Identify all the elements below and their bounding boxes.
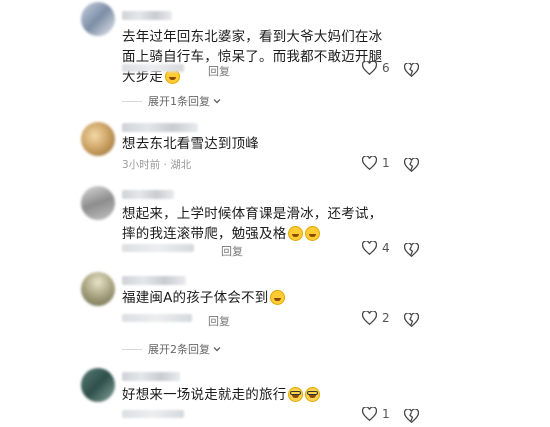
- comment-meta: [122, 64, 184, 78]
- nerd-emoji: [305, 387, 321, 402]
- laugh-cry-emoji: [270, 290, 286, 305]
- laugh-cry-emoji: [288, 226, 304, 241]
- like-button[interactable]: 4: [362, 241, 390, 255]
- heart-outline-icon: [362, 61, 377, 75]
- reply-button[interactable]: 回复: [208, 63, 230, 79]
- avatar[interactable]: [81, 272, 115, 306]
- avatar[interactable]: [81, 2, 115, 36]
- comment-text-body: 想起来，上学时候体育课是滑冰，还考试，摔的我连滚带爬，勉强及格: [122, 206, 383, 242]
- avatar[interactable]: [81, 122, 115, 156]
- like-count: 6: [382, 61, 390, 75]
- dislike-button[interactable]: [403, 242, 420, 261]
- broken-heart-icon: [403, 62, 420, 78]
- reply-button[interactable]: 回复: [221, 243, 243, 259]
- username-blurred[interactable]: [122, 276, 186, 285]
- dislike-button[interactable]: [403, 157, 420, 176]
- expand-replies-label: 展开2条回复: [148, 343, 210, 356]
- comment-meta: 3小时前 · 湖北: [122, 159, 192, 171]
- dislike-button[interactable]: [403, 62, 420, 81]
- comment-text: 去年过年回东北婆家，看到大爷大妈们在冰面上骑自行车，惊呆了。而我都不敢迈开腿大步…: [122, 27, 384, 87]
- username-blurred[interactable]: [122, 123, 198, 132]
- nerd-emoji: [288, 387, 304, 402]
- username-blurred[interactable]: [122, 11, 172, 20]
- like-count: 1: [382, 156, 390, 170]
- comment-text-body: 福建闽A的孩子体会不到: [122, 290, 269, 306]
- broken-heart-icon: [403, 242, 420, 258]
- expand-replies-button[interactable]: 展开2条回复: [122, 341, 222, 357]
- reply-button[interactable]: 回复: [208, 313, 230, 329]
- like-button[interactable]: 6: [362, 61, 390, 75]
- comment-text: 福建闽A的孩子体会不到: [122, 288, 384, 308]
- chevron-down-icon: [213, 99, 221, 104]
- broken-heart-icon: [403, 312, 420, 328]
- expand-replies-label: 展开1条回复: [148, 95, 210, 108]
- dislike-button[interactable]: [403, 312, 420, 331]
- comment-text-body: 想去东北看雪达到顶峰: [122, 136, 259, 152]
- like-count: 1: [382, 407, 390, 421]
- heart-outline-icon: [362, 311, 377, 325]
- comment-text-body: 好想来一场说走就走的旅行: [122, 387, 287, 403]
- broken-heart-icon: [403, 408, 420, 424]
- comment-meta: [122, 244, 194, 258]
- username-blurred[interactable]: [122, 190, 174, 199]
- expand-replies-button[interactable]: 展开1条回复: [122, 93, 222, 109]
- username-blurred[interactable]: [122, 372, 180, 381]
- comment-meta: [122, 410, 184, 424]
- comment-text: 好想来一场说走就走的旅行: [122, 385, 384, 405]
- like-count: 2: [382, 311, 390, 325]
- like-button[interactable]: 1: [362, 156, 390, 170]
- heart-outline-icon: [362, 241, 377, 255]
- dislike-button[interactable]: [403, 408, 420, 427]
- broken-heart-icon: [403, 157, 420, 173]
- avatar[interactable]: [81, 368, 115, 402]
- heart-outline-icon: [362, 156, 377, 170]
- comment-meta: [122, 314, 192, 328]
- comment-text: 想去东北看雪达到顶峰: [122, 134, 384, 154]
- like-count: 4: [382, 241, 390, 255]
- comment-text: 想起来，上学时候体育课是滑冰，还考试，摔的我连滚带爬，勉强及格: [122, 204, 384, 244]
- laugh-cry-emoji: [305, 226, 321, 241]
- like-button[interactable]: 1: [362, 407, 390, 421]
- chevron-down-icon: [213, 347, 221, 352]
- heart-outline-icon: [362, 407, 377, 421]
- like-button[interactable]: 2: [362, 311, 390, 325]
- avatar[interactable]: [81, 186, 115, 220]
